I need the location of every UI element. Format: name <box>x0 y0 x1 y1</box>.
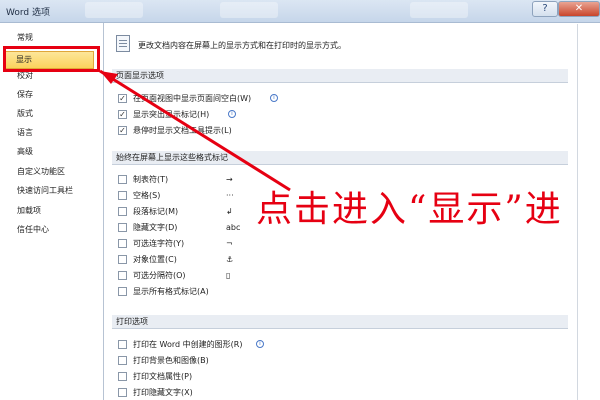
annotation-text: 点击进入“显示”进 <box>256 189 563 230</box>
